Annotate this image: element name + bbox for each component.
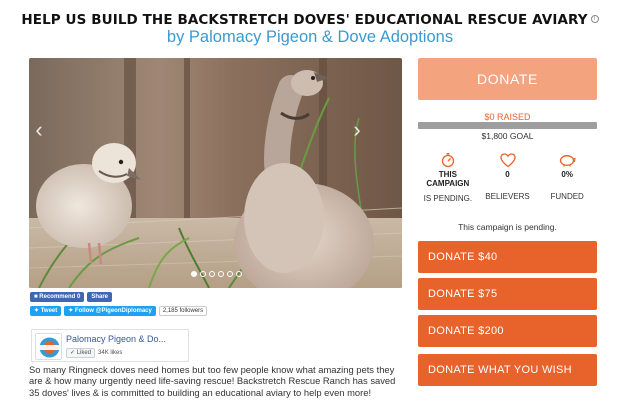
stat-funded: 0% FUNDED: [537, 150, 597, 203]
gallery-dot[interactable]: [200, 271, 206, 277]
facebook-buttons: ■ Recommend 0 Share: [30, 292, 112, 302]
facebook-likes-count: 34K likes: [98, 350, 123, 356]
campaign-stats: THIS CAMPAIGN IS PENDING. 0 BELIEVERS 0%…: [418, 150, 597, 203]
followers-count: 2,185 followers: [158, 306, 208, 316]
campaign-photo: [29, 58, 402, 288]
piggy-bank-icon: [537, 150, 597, 170]
stat-believers: 0 BELIEVERS: [478, 150, 538, 203]
gallery-prev-arrow[interactable]: ‹: [32, 118, 46, 142]
gallery-pagination: [191, 271, 242, 277]
facebook-liked-button[interactable]: ✓ Liked: [66, 348, 96, 358]
campaign-status-text: This campaign is pending.: [458, 222, 557, 232]
facebook-page-name[interactable]: Palomacy Pigeon & Do...: [66, 334, 166, 344]
page-title: HELP US BUILD THE BACKSTRETCH DOVES' EDU…: [0, 12, 620, 28]
twitter-follow-button[interactable]: ✦ Follow @PigeonDiplomacy: [64, 306, 156, 316]
funding-goal: $1,800 GOAL: [481, 131, 534, 141]
heart-icon: [478, 150, 538, 170]
stat-campaign-status: THIS CAMPAIGN IS PENDING.: [418, 150, 478, 203]
page-subtitle[interactable]: by Palomacy Pigeon & Dove Adoptions: [0, 28, 620, 47]
palomacy-logo: [35, 333, 62, 360]
donate-custom-button[interactable]: DONATE WHAT YOU WISH: [418, 354, 597, 386]
tweet-button[interactable]: ✦ Tweet: [30, 306, 62, 316]
amount-raised: $0 RAISED: [484, 112, 531, 122]
gallery-dot[interactable]: [191, 271, 197, 277]
twitter-buttons: ✦ Tweet ✦ Follow @PigeonDiplomacy 2,185 …: [30, 306, 208, 316]
funding-progress-bar: [418, 122, 597, 129]
gallery-dot[interactable]: [218, 271, 224, 277]
gallery-next-arrow[interactable]: ›: [350, 118, 364, 142]
doves-image: [29, 58, 402, 288]
gallery-dot[interactable]: [209, 271, 215, 277]
stopwatch-icon: [418, 150, 478, 170]
facebook-recommend-button[interactable]: ■ Recommend 0: [30, 292, 85, 302]
gallery-dot[interactable]: [227, 271, 233, 277]
donate-button[interactable]: DONATE: [418, 58, 597, 100]
donate-200-button[interactable]: DONATE $200: [418, 315, 597, 347]
info-icon[interactable]: i: [590, 15, 599, 23]
facebook-share-button[interactable]: Share: [87, 292, 112, 302]
campaign-description: So many Ringneck doves need homes but to…: [29, 364, 396, 398]
donate-75-button[interactable]: DONATE $75: [418, 278, 597, 310]
donate-40-button[interactable]: DONATE $40: [418, 241, 597, 273]
gallery-dot[interactable]: [236, 271, 242, 277]
facebook-page-card[interactable]: Palomacy Pigeon & Do... ✓ Liked 34K like…: [31, 329, 189, 362]
facebook-like-row: ✓ Liked 34K likes: [66, 348, 122, 358]
